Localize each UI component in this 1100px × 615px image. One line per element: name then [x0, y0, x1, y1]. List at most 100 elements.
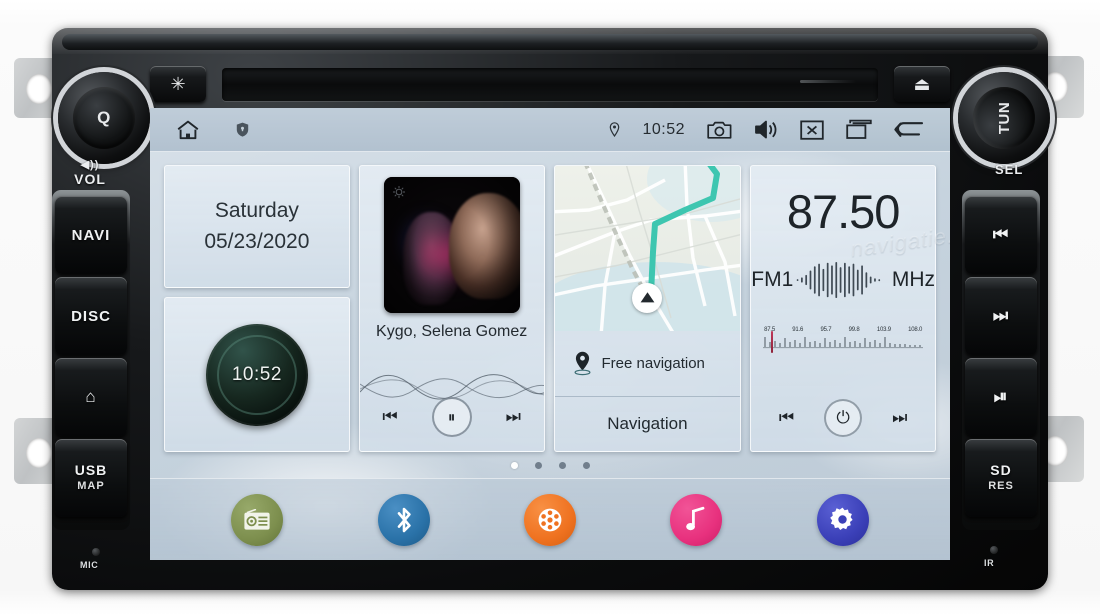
play-pause-hw-button[interactable]: ⏯	[965, 358, 1037, 436]
chassis-top-trim	[62, 34, 1038, 50]
navi-label: NAVI	[71, 226, 111, 244]
usb-map-button[interactable]: USB MAP	[55, 439, 127, 517]
status-bar: 10:52	[150, 108, 950, 152]
dock-radio[interactable]	[231, 493, 284, 546]
app-dock	[150, 478, 950, 560]
eject-button[interactable]: ⏏	[894, 66, 950, 102]
gear-icon	[830, 507, 853, 530]
tune-knob-label: TUN	[973, 87, 1035, 149]
previous-icon: ⏮	[992, 225, 1010, 244]
music-play-pause-button[interactable]: ⏸	[431, 397, 472, 437]
touchscreen[interactable]: 10:52 Saturday 05/23/2020 10:52 Kygo, Se…	[150, 108, 950, 560]
tune-knob[interactable]: TUN	[958, 72, 1050, 164]
free-navigation-row[interactable]: Free navigation	[554, 331, 741, 397]
brightness-button[interactable]: ✳	[150, 66, 206, 102]
navigation-button[interactable]: Navigation	[555, 397, 741, 451]
sel-label: SEL	[995, 162, 1024, 177]
navigation-widget[interactable]: Free navigation Navigation	[553, 165, 742, 452]
bracket-hole	[26, 438, 52, 468]
radio-widget[interactable]: 87.50 FM1 MHz 87.5 91.6 95.7 99.8 103.9 …	[750, 165, 936, 452]
mic-hole	[92, 548, 100, 556]
close-box-icon[interactable]	[800, 119, 824, 140]
sd-res-button[interactable]: SD RES	[965, 439, 1037, 517]
home-hw-button[interactable]: ⌂	[55, 358, 127, 436]
disc-slot[interactable]	[222, 68, 878, 101]
free-navigation-label: Free navigation	[601, 355, 705, 372]
volume-knob-caption: ◀)) VOL	[62, 159, 118, 187]
scale-tick-marks	[763, 337, 924, 349]
volume-knob-label: Q	[73, 87, 135, 149]
radio-unit-label: MHz	[891, 268, 935, 291]
scale-tick-label: 103.9	[876, 327, 891, 333]
asterisk-icon: ✳	[170, 73, 186, 94]
music-previous-button[interactable]: ⏮	[382, 407, 397, 427]
scale-tick-label: 87.5	[764, 327, 776, 333]
music-controls: ⏮ ⏸ ⏭	[360, 397, 544, 437]
camera-icon[interactable]	[707, 120, 732, 140]
radio-scale-ticks	[763, 331, 924, 353]
scale-tick-label: 95.7	[820, 327, 832, 333]
mic-label: MIC	[80, 560, 99, 570]
music-widget[interactable]: Kygo, Selena Gomez ⏮ ⏸ ⏭	[358, 165, 545, 452]
radio-controls: ⏮ ⏻ ⏭	[751, 399, 935, 437]
music-next-button[interactable]: ⏭	[506, 407, 521, 427]
page-dot-1[interactable]	[510, 461, 518, 469]
radio-band-label: FM1	[751, 268, 794, 291]
tuner-needle	[771, 331, 774, 353]
dock-bluetooth[interactable]	[377, 493, 430, 546]
radio-next-button[interactable]: ⏭	[892, 408, 907, 428]
volume-icon[interactable]	[754, 119, 778, 140]
dock-video[interactable]	[523, 493, 576, 546]
dock-music[interactable]	[670, 493, 723, 546]
radio-frequency: 87.50	[786, 185, 901, 238]
date-widget[interactable]: Saturday 05/23/2020	[164, 165, 350, 288]
ir-sensor	[990, 546, 998, 554]
page-dot-2[interactable]	[534, 461, 542, 469]
next-track-hw-button[interactable]: ⏭	[965, 277, 1037, 355]
status-time: 10:52	[642, 120, 685, 138]
navi-button[interactable]: NAVI	[55, 196, 127, 274]
eject-icon: ⏏	[913, 73, 931, 94]
current-position-marker	[632, 283, 663, 313]
clock-widget[interactable]: 10:52	[164, 297, 350, 452]
right-button-column: ⏮ ⏭ ⏯ SD RES	[962, 190, 1040, 530]
home-icon: ⌂	[85, 387, 97, 406]
prev-track-hw-button[interactable]: ⏮	[965, 196, 1037, 274]
location-icon[interactable]	[609, 122, 620, 137]
map-pin-icon	[573, 351, 591, 376]
clock-time: 10:52	[231, 363, 282, 385]
page-dot-4[interactable]	[582, 461, 590, 469]
home-icon[interactable]	[176, 119, 200, 141]
sd-label: SD	[990, 462, 1012, 479]
radio-scale[interactable]: 87.5 91.6 95.7 99.8 103.9 108.0	[763, 327, 924, 353]
analog-clock-face: 10:52	[205, 323, 308, 426]
radio-icon	[244, 508, 270, 530]
date-clock-column: Saturday 05/23/2020 10:52	[164, 165, 350, 452]
radio-power-button[interactable]: ⏻	[824, 399, 863, 437]
film-reel-icon	[538, 508, 562, 531]
bracket-hole	[26, 74, 52, 104]
scale-tick-label: 91.6	[792, 327, 804, 333]
music-note-icon	[686, 506, 705, 530]
page-dot-3[interactable]	[558, 461, 566, 469]
dock-settings[interactable]	[816, 493, 869, 546]
shield-icon[interactable]	[236, 122, 249, 137]
vol-label: VOL	[74, 170, 106, 187]
radio-previous-button[interactable]: ⏮	[779, 408, 794, 428]
recent-apps-icon[interactable]	[846, 119, 872, 140]
signal-waveform-icon	[796, 261, 881, 299]
back-arrow-icon[interactable]	[894, 119, 924, 140]
scale-tick-label: 99.8	[848, 327, 860, 333]
radio-band-row: FM1 MHz	[751, 259, 935, 301]
date-label: 05/23/2020	[204, 229, 310, 253]
status-bar-left	[176, 119, 249, 141]
play-pause-icon: ⏯	[993, 387, 1009, 406]
radio-scale-labels: 87.5 91.6 95.7 99.8 103.9 108.0	[763, 327, 923, 333]
map-preview[interactable]	[554, 166, 741, 331]
left-button-column: NAVI DISC ⌂ USB MAP	[52, 190, 130, 530]
disc-button[interactable]: DISC	[55, 277, 127, 355]
volume-knob[interactable]: Q	[58, 72, 150, 164]
widget-row: Saturday 05/23/2020 10:52 Kygo, Selena G…	[150, 152, 950, 452]
navigation-arrow-icon	[640, 292, 655, 303]
ir-label: IR	[984, 558, 995, 568]
